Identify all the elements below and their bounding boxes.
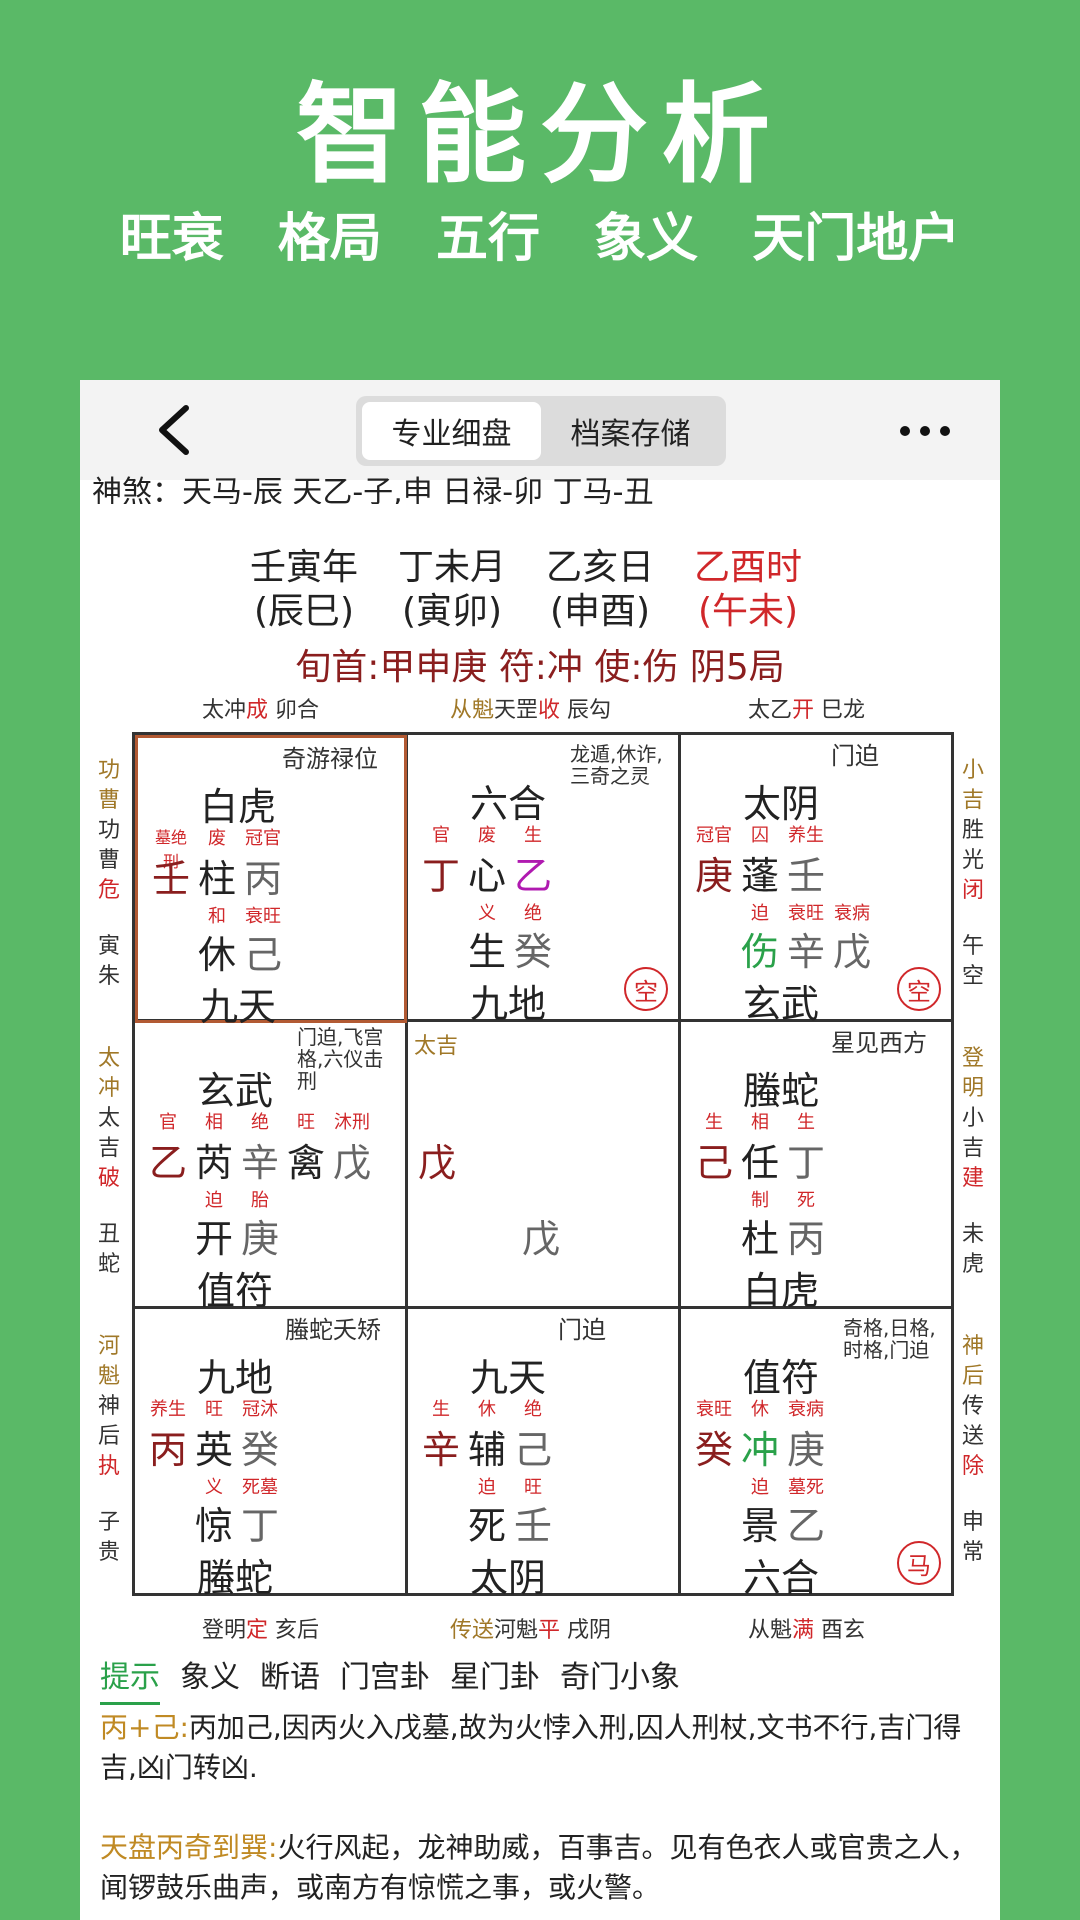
palace-kan-1[interactable]: 门迫 九天 生休绝 辛辅己 迫旺 死壬 太阴 (408, 1309, 680, 1600)
pillar-year: 壬寅年 (辰巳) (250, 547, 359, 632)
palace-zhen-3[interactable]: 门迫,飞宫格,六仪击刑 玄武 官相绝旺沐刑 乙芮辛禽戊 迫胎 开庚 值符 (135, 1022, 407, 1313)
palace-gen-8[interactable]: 螣蛇夭矫 九地 养生旺冠沐 丙英癸 义死墓 惊丁 螣蛇 (135, 1309, 407, 1600)
navbar: 专业细盘 档案存储 (80, 380, 1000, 480)
side-label-right-3: 神后传送除申常 (961, 1334, 984, 1565)
promo-features: 旺衰 格局 五行 象义 天门地户 (0, 196, 1080, 271)
tab-hint[interactable]: 提示 (100, 1652, 160, 1705)
tab-professional-chart[interactable]: 专业细盘 (362, 402, 541, 460)
feature-label: 天门地户 (752, 209, 961, 269)
app-screen: 专业细盘 档案存储 神煞：天马-辰 天乙-子,申 日禄-卯 丁马-丑 壬寅年 (辰… (80, 380, 1000, 1920)
segmented-control: 专业细盘 档案存储 (356, 396, 726, 466)
four-pillars: 壬寅年 (辰巳) 丁未月 (寅卯) 乙亥日 (申酉) 乙酉时 (午未) (250, 546, 802, 634)
promo-title: 智能分析 (295, 73, 784, 198)
kong-stamp-icon: 空 (624, 967, 668, 1011)
side-label-left-2: 太冲太吉破丑蛇 (97, 1046, 120, 1277)
feature-label: 五行 (435, 209, 540, 269)
horse-stamp-icon: 马 (897, 1541, 941, 1585)
hint-paragraph: 天盘丙奇到巽:火行风起，龙神助威，百事吉。见有色衣人或官贵之人，闻锣鼓乐曲声，或… (100, 1831, 978, 1904)
side-label-left-1: 功曹功曹危寅朱 (97, 758, 120, 989)
analysis-tabs: 提示 象义 断语 门宫卦 星门卦 奇门小象 (100, 1652, 680, 1705)
tab-xiangyi[interactable]: 象义 (180, 1652, 240, 1705)
edge-label-top-right: 太乙开 巳龙 (748, 698, 866, 723)
edge-label-top-left: 太冲成 卯合 (202, 698, 320, 723)
tab-qimen-xiaoxiang[interactable]: 奇门小象 (560, 1652, 680, 1705)
kong-stamp-icon: 空 (897, 967, 941, 1011)
feature-label: 象义 (594, 209, 699, 269)
xun-summary: 旬首:甲申庚 符:冲 使:伤 阴5局 (295, 647, 785, 688)
edge-label-bottom-mid: 传送河魁平 戌阴 (450, 1618, 612, 1643)
edge-label-top-mid: 从魁天罡收 辰勾 (450, 698, 612, 723)
palace-li-9[interactable]: 龙遁,休诈,三奇之灵 六合 官废生 丁心乙 义绝 生癸 九地 空 (408, 735, 680, 1026)
side-label-left-3: 河魁神后执子贵 (97, 1334, 120, 1565)
tab-menggonggua[interactable]: 门宫卦 (340, 1652, 430, 1705)
shensha-line: 神煞：天马-辰 天乙-子,申 日禄-卯 丁马-丑 (92, 475, 654, 504)
palace-center-5[interactable]: 太吉 戊 戊 (408, 1022, 680, 1310)
palace-kun-2[interactable]: 门迫 太阴 冠官囚养生 庚蓬壬 迫衰旺 衰病 伤辛戊 玄武 空 (681, 735, 953, 1026)
back-icon[interactable] (150, 402, 200, 458)
edge-label-bottom-left: 登明定 亥后 (202, 1618, 320, 1643)
side-label-right-2: 登明小吉建未虎 (961, 1046, 984, 1277)
side-label-right-1: 小吉胜光闭午空 (961, 758, 984, 989)
feature-label: 旺衰 (119, 209, 224, 269)
edge-label-bottom-right: 从魁满 酉玄 (748, 1618, 866, 1643)
palace-dui-7[interactable]: 星见西方 螣蛇 生相生 己任丁 制死 杜丙 白虎 (681, 1022, 953, 1313)
nine-palace-grid: 奇游禄位 白虎 墓绝刑废冠官 壬柱丙 和衰旺 休己 九天 龙遁,休诈,三奇之灵 … (132, 732, 954, 1600)
tab-archive-storage[interactable]: 档案存储 (541, 402, 720, 460)
tab-xingmengua[interactable]: 星门卦 (450, 1652, 540, 1705)
palace-xun-4[interactable]: 奇游禄位 白虎 墓绝刑废冠官 壬柱丙 和衰旺 休己 九天 (135, 735, 407, 1029)
tab-duanyu[interactable]: 断语 (260, 1652, 320, 1705)
feature-label: 格局 (277, 209, 382, 269)
hint-paragraph: 丙+己:丙加己,因丙火入戊墓,故为火悖入刑,囚人刑杖,文书不行,吉门得吉,凶门转… (100, 1711, 962, 1784)
pillar-day: 乙亥日 (申酉) (546, 547, 655, 632)
palace-qian-6[interactable]: 奇格,日格,时格,门迫 值符 衰旺休衰病 癸冲庚 迫墓死 景乙 六合 马 (681, 1309, 953, 1600)
pillar-month: 丁未月 (寅卯) (398, 547, 507, 632)
more-icon[interactable] (900, 416, 964, 446)
pillar-hour: 乙酉时 (午未) (694, 547, 803, 632)
